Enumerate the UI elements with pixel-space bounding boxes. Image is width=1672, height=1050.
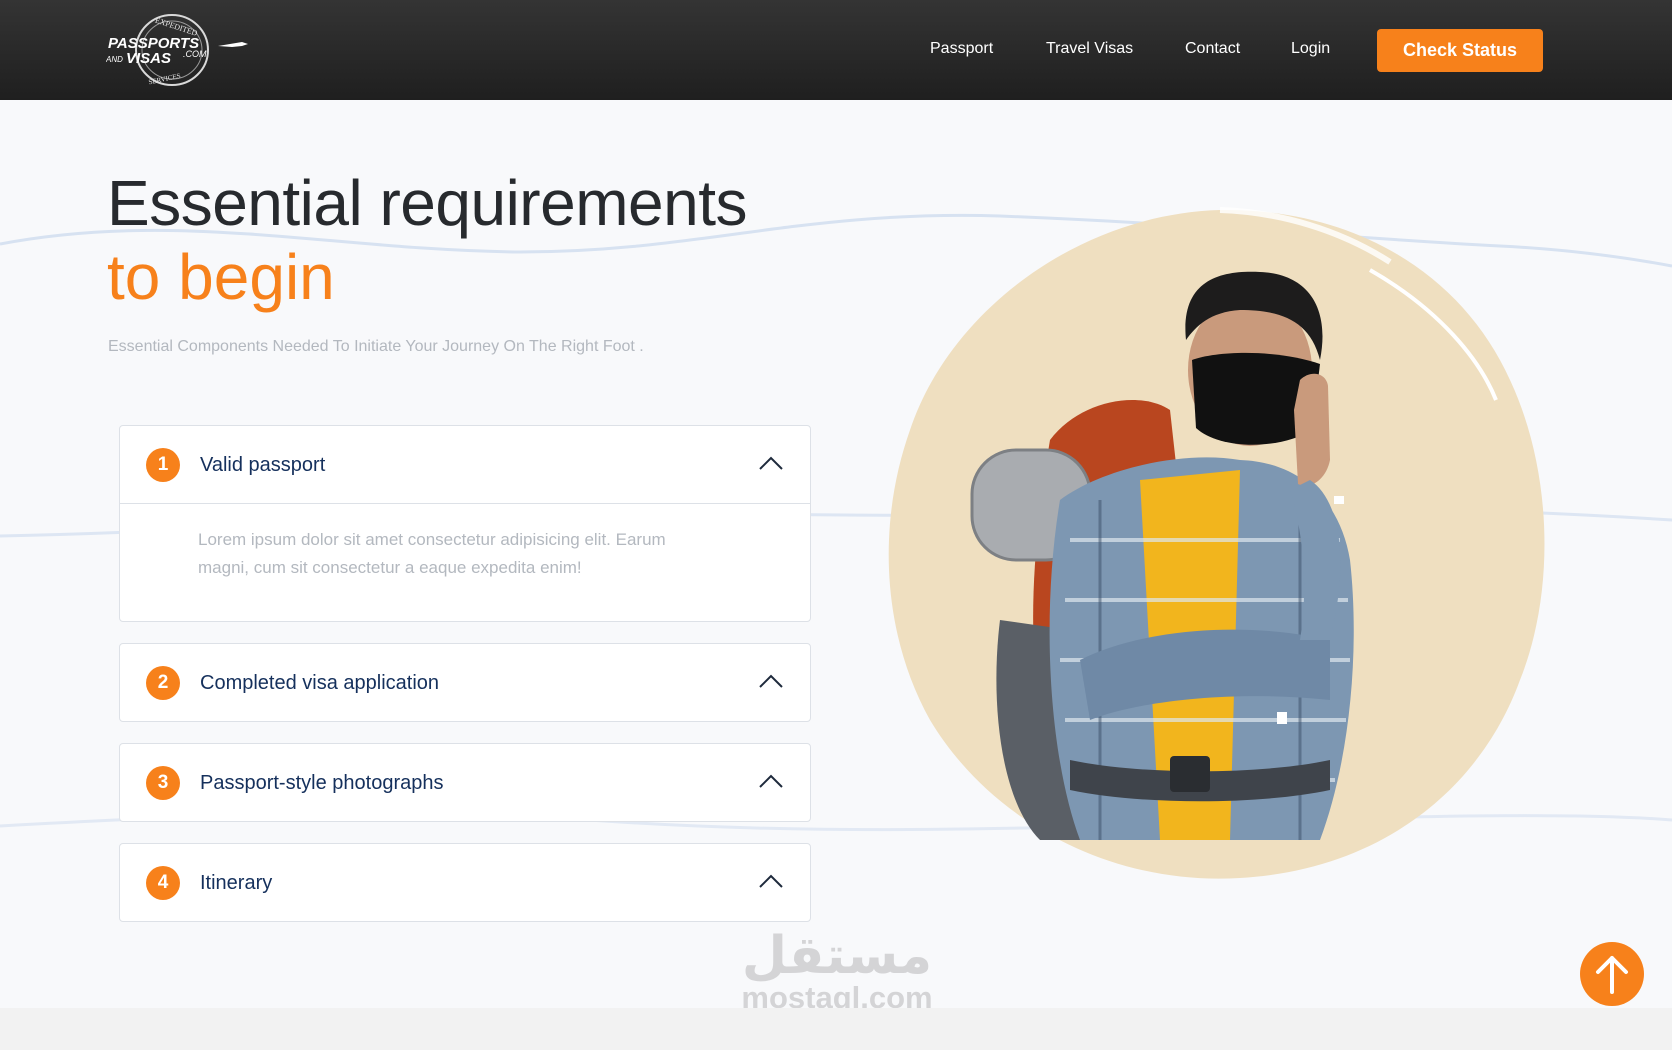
requirement-item-1: 1 Valid passport Lorem ipsum dolor sit a…: [119, 425, 811, 622]
requirement-header[interactable]: 4 Itinerary: [120, 844, 810, 921]
requirement-item-2: 2 Completed visa application: [119, 643, 811, 722]
requirement-header[interactable]: 3 Passport-style photographs: [120, 744, 810, 821]
requirement-item-4: 4 Itinerary: [119, 843, 811, 922]
watermark-arabic: مستقل: [741, 926, 933, 986]
traveler-illustration: [888, 207, 1545, 879]
chevron-up-icon[interactable]: [758, 871, 784, 893]
footer-strip: [0, 1008, 1672, 1050]
site-logo[interactable]: EXPEDITED PASSPORTS AND VISAS .COM SERVI…: [106, 12, 256, 88]
requirement-number-badge: 2: [146, 666, 180, 700]
hero-title-line1: Essential requirements: [107, 167, 747, 239]
chevron-up-icon[interactable]: [758, 671, 784, 693]
scroll-to-top-button[interactable]: [1580, 942, 1644, 1006]
requirement-body: Lorem ipsum dolor sit amet consectetur a…: [120, 503, 810, 621]
check-status-button[interactable]: Check Status: [1377, 29, 1543, 72]
requirement-number-badge: 3: [146, 766, 180, 800]
chevron-up-icon[interactable]: [758, 453, 784, 475]
requirement-header[interactable]: 1 Valid passport: [120, 426, 810, 503]
nav-travel-visas[interactable]: Travel Visas: [1046, 40, 1133, 58]
hero-title-line2: to begin: [107, 241, 335, 313]
requirement-title: Passport-style photographs: [200, 772, 444, 794]
nav-contact[interactable]: Contact: [1185, 40, 1240, 58]
requirement-description: Lorem ipsum dolor sit amet consectetur a…: [198, 530, 666, 577]
requirement-number-badge: 4: [146, 866, 180, 900]
svg-text:VISAS: VISAS: [126, 50, 171, 67]
requirement-header[interactable]: 2 Completed visa application: [120, 644, 810, 721]
svg-text:AND: AND: [106, 55, 123, 64]
chevron-up-icon[interactable]: [758, 771, 784, 793]
requirement-title: Valid passport: [200, 454, 326, 476]
site-header: EXPEDITED PASSPORTS AND VISAS .COM SERVI…: [0, 0, 1672, 100]
requirement-number-badge: 1: [146, 448, 180, 482]
arrow-up-icon: [1596, 956, 1628, 994]
svg-text:.COM: .COM: [183, 49, 207, 59]
nav-passport[interactable]: Passport: [930, 40, 993, 58]
nav-login[interactable]: Login: [1291, 40, 1330, 58]
requirement-title: Itinerary: [200, 872, 273, 894]
requirement-title: Completed visa application: [200, 672, 440, 694]
requirement-item-3: 3 Passport-style photographs: [119, 743, 811, 822]
hero-subtitle: Essential Components Needed To Initiate …: [108, 338, 644, 355]
